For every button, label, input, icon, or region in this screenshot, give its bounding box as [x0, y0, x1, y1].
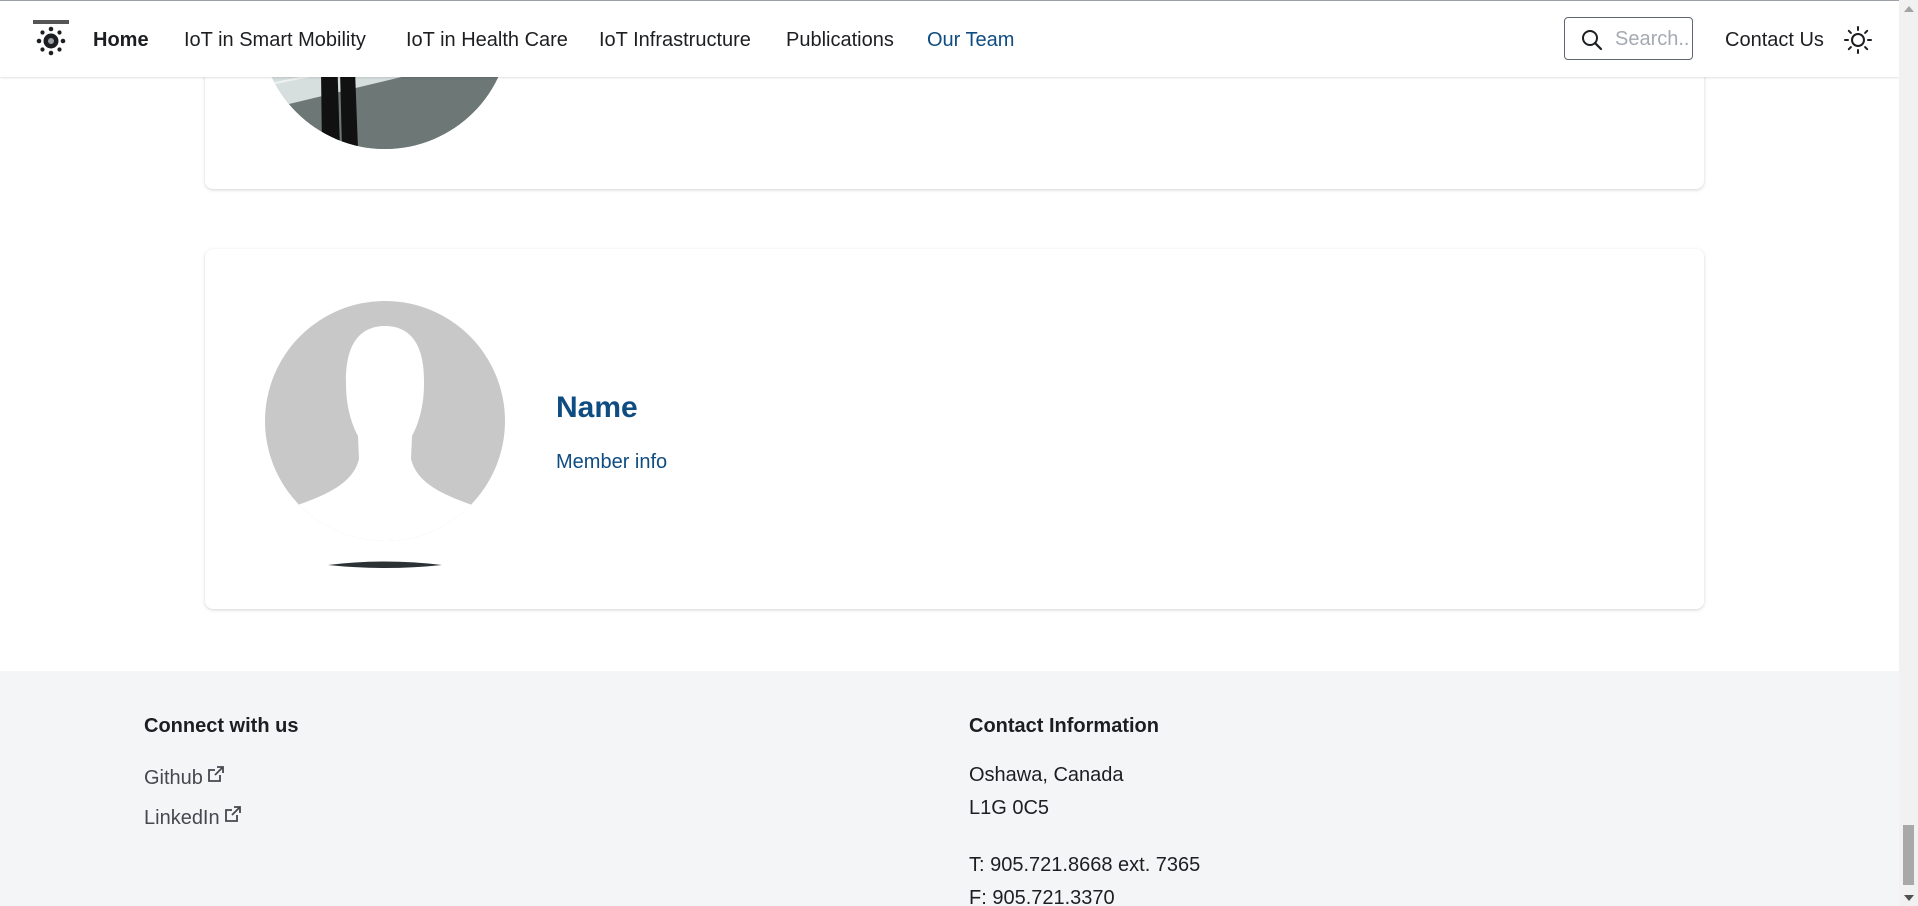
footer-link-label: Github — [144, 767, 203, 789]
nav-link-contact-us[interactable]: Contact Us — [1725, 27, 1824, 53]
contact-postal-code: L1G 0C5 — [969, 797, 1050, 819]
top-navbar: Home IoT in Smart Mobility IoT in Health… — [0, 1, 1899, 77]
search-icon — [1582, 30, 1603, 51]
nav-link-publications[interactable]: Publications — [786, 27, 894, 53]
contact-city: Oshawa, Canada — [969, 764, 1124, 786]
page-viewport: Home IoT in Smart Mobility IoT in Health… — [0, 0, 1899, 906]
lab-logo-icon[interactable] — [30, 18, 72, 60]
search-box[interactable] — [1564, 17, 1693, 60]
sun-icon[interactable] — [1843, 25, 1873, 55]
avatar-placeholder — [265, 301, 505, 568]
scroll-down-arrow-icon[interactable] — [1904, 895, 1914, 901]
contact-phone: T: 905.721.8668 ext. 7365 — [969, 854, 1201, 876]
team-member-card: Name Member info — [205, 249, 1704, 609]
contact-fax: F: 905.721.3370 — [969, 887, 1115, 906]
scrollbar-thumb[interactable] — [1903, 825, 1914, 885]
nav-link-smart-mobility[interactable]: IoT in Smart Mobility — [184, 27, 366, 53]
nav-link-health-care[interactable]: IoT in Health Care — [406, 27, 568, 53]
scroll-up-arrow-icon[interactable] — [1904, 6, 1914, 12]
nav-link-home[interactable]: Home — [93, 27, 149, 53]
footer-heading-connect: Connect with us — [144, 715, 299, 737]
member-info: Member info — [556, 451, 668, 473]
footer-link-linkedin[interactable]: LinkedIn — [144, 805, 241, 831]
external-link-icon — [224, 806, 241, 822]
footer: Connect with us Github LinkedIn Contact … — [0, 671, 1899, 906]
footer-heading-contact: Contact Information — [969, 715, 1159, 737]
nav-link-our-team[interactable]: Our Team — [927, 27, 1014, 53]
nav-link-infrastructure[interactable]: IoT Infrastructure — [599, 27, 751, 53]
vertical-scrollbar[interactable] — [1899, 0, 1918, 906]
search-input[interactable] — [1615, 26, 1689, 52]
footer-link-label: LinkedIn — [144, 807, 220, 829]
footer-link-github[interactable]: Github — [144, 765, 224, 791]
member-name: Name — [556, 391, 638, 424]
external-link-icon — [208, 766, 224, 782]
